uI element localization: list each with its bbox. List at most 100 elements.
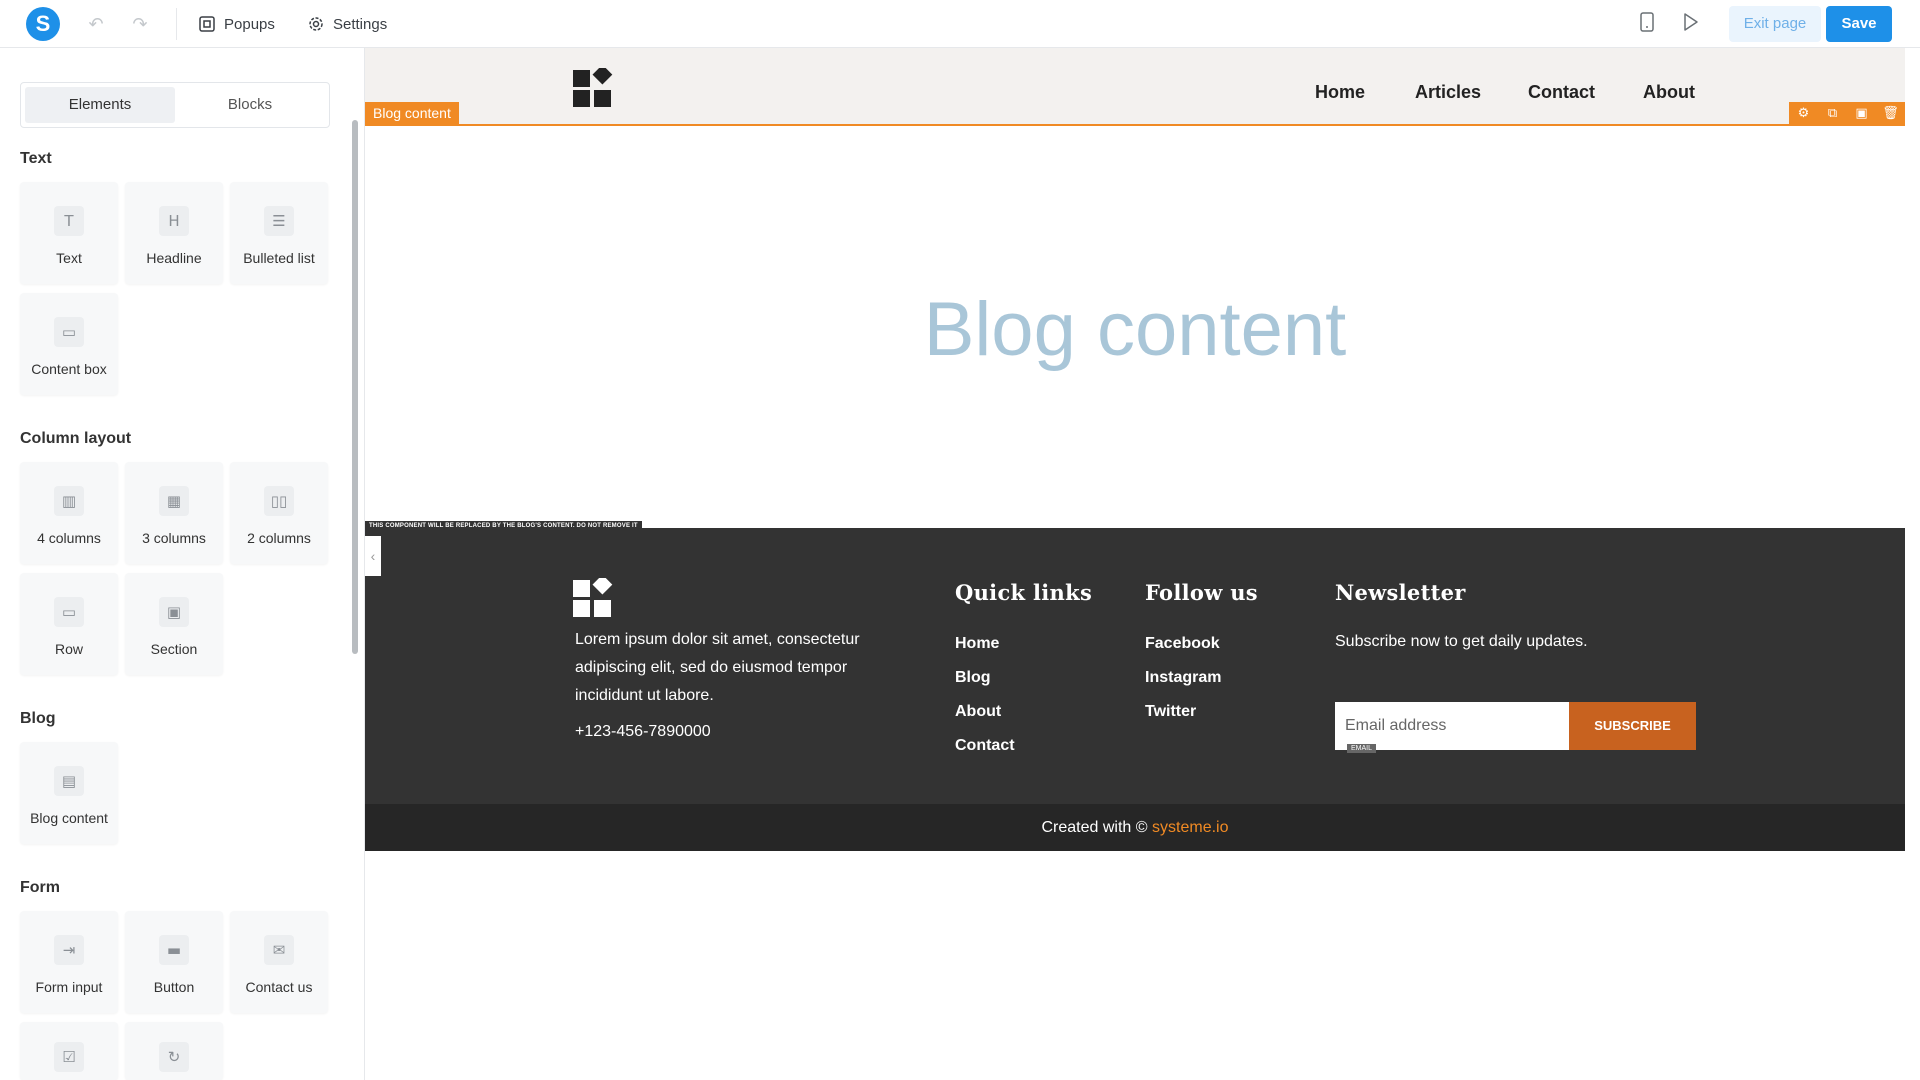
- trash-icon[interactable]: 🗑: [1876, 102, 1905, 126]
- footer-about-text: Lorem ipsum dolor sit amet, consectetur …: [575, 631, 860, 704]
- four-columns-icon: ▥: [54, 486, 84, 516]
- section-title-columns: Column layout: [20, 430, 132, 447]
- nav-contact[interactable]: Contact: [1528, 82, 1595, 103]
- element-headline[interactable]: H Headline: [125, 182, 223, 284]
- button-icon: ▬: [159, 935, 189, 965]
- gear-icon[interactable]: ⚙: [1789, 102, 1818, 126]
- site-footer[interactable]: THIS COMPONENT WILL BE REPLACED BY THE B…: [365, 521, 1905, 804]
- footer-link-home[interactable]: Home: [955, 635, 999, 653]
- element-label: Button: [153, 979, 195, 995]
- newsletter-text: Subscribe now to get daily updates.: [1335, 633, 1588, 650]
- nav-articles[interactable]: Articles: [1415, 82, 1481, 103]
- newsletter-title: Newsletter: [1335, 580, 1466, 605]
- copyright-text: Created with ©: [1041, 819, 1148, 836]
- section-title-text: Text: [20, 150, 52, 167]
- element-content-box[interactable]: ▭ Content box: [20, 293, 118, 395]
- page-canvas: Home Articles Contact About Blog content…: [365, 48, 1905, 1080]
- box-icon: ▭: [54, 317, 84, 347]
- checkbox-icon: ☑: [54, 1042, 84, 1072]
- element-label: Bulleted list: [243, 250, 315, 266]
- footer-logo-icon: [573, 578, 613, 617]
- undo-icon[interactable]: ↶: [84, 12, 108, 36]
- element-button[interactable]: ▬ Button: [125, 911, 223, 1013]
- element-label: Section: [150, 641, 198, 657]
- element-label: Headline: [146, 250, 202, 266]
- nav-home[interactable]: Home: [1315, 82, 1365, 103]
- blog-content-icon: ▤: [54, 766, 84, 796]
- popup-icon: [199, 16, 215, 32]
- element-label: 3 columns: [142, 530, 206, 546]
- element-label: Blog content: [30, 810, 108, 826]
- element-blog-content[interactable]: ▤ Blog content: [20, 742, 118, 844]
- redo-icon[interactable]: ↷: [128, 12, 152, 36]
- element-label: Row: [54, 641, 83, 657]
- text-icon: T: [54, 206, 84, 236]
- three-columns-icon: ▦: [159, 486, 189, 516]
- footer-link-instagram[interactable]: Instagram: [1145, 669, 1221, 687]
- email-field-tag: EMAIL: [1347, 744, 1377, 753]
- element-refresh[interactable]: ↻: [125, 1022, 223, 1080]
- footer-link-facebook[interactable]: Facebook: [1145, 635, 1220, 653]
- email-input[interactable]: Email address: [1335, 702, 1569, 750]
- app-logo[interactable]: S: [26, 7, 60, 41]
- sidebar-tabs: Elements Blocks: [20, 82, 330, 128]
- settings-label: Settings: [333, 15, 388, 33]
- element-row[interactable]: ▭ Row: [20, 573, 118, 675]
- element-toolbar: ⚙ ⧉ ▣ 🗑: [1789, 102, 1905, 126]
- element-2-columns[interactable]: ▯▯ 2 columns: [230, 462, 328, 564]
- section-title-form: Form: [20, 879, 60, 896]
- popups-label: Popups: [224, 15, 275, 33]
- element-label: Text: [56, 250, 82, 266]
- top-toolbar: S ↶ ↷ Popups Settings Exit page Save: [0, 0, 1920, 48]
- footer-link-about[interactable]: About: [955, 703, 1001, 721]
- element-bulleted-list[interactable]: ☰ Bulleted list: [230, 182, 328, 284]
- element-checkbox[interactable]: ☑: [20, 1022, 118, 1080]
- footer-phone: +123-456-7890000: [575, 723, 711, 740]
- copyright-bar: Created with © systeme.io: [365, 804, 1905, 851]
- selected-element-tag: Blog content: [365, 102, 459, 124]
- gear-icon: [309, 17, 323, 31]
- blog-content-title[interactable]: Blog content: [365, 286, 1905, 373]
- tab-blocks[interactable]: Blocks: [175, 87, 325, 123]
- site-header[interactable]: Home Articles Contact About Blog content…: [365, 48, 1905, 126]
- exit-page-button[interactable]: Exit page: [1729, 6, 1821, 42]
- toolbar-divider: [176, 8, 177, 40]
- section-title-blog: Blog: [20, 710, 56, 727]
- element-label: 4 columns: [37, 530, 101, 546]
- settings-button[interactable]: Settings: [307, 12, 387, 36]
- quick-links-title: Quick links: [955, 580, 1093, 605]
- section-icon: ▣: [159, 597, 189, 627]
- collapse-sidebar-icon[interactable]: ‹: [365, 536, 381, 576]
- sidebar-scrollbar[interactable]: [352, 120, 358, 654]
- nav-about[interactable]: About: [1643, 82, 1695, 103]
- element-label: Content box: [31, 361, 107, 377]
- footer-link-blog[interactable]: Blog: [955, 669, 991, 687]
- save-block-icon[interactable]: ▣: [1847, 102, 1876, 126]
- follow-us-title: Follow us: [1145, 580, 1258, 605]
- element-3-columns[interactable]: ▦ 3 columns: [125, 462, 223, 564]
- headline-icon: H: [159, 206, 189, 236]
- element-label: 2 columns: [247, 530, 311, 546]
- popups-button[interactable]: Popups: [198, 12, 275, 36]
- footer-link-contact[interactable]: Contact: [955, 737, 1015, 755]
- play-preview-icon[interactable]: [1678, 12, 1702, 36]
- refresh-icon: ↻: [159, 1042, 189, 1072]
- component-warning: THIS COMPONENT WILL BE REPLACED BY THE B…: [365, 521, 642, 531]
- contact-icon: ✉: [264, 935, 294, 965]
- element-text[interactable]: T Text: [20, 182, 118, 284]
- element-4-columns[interactable]: ▥ 4 columns: [20, 462, 118, 564]
- tab-elements[interactable]: Elements: [25, 87, 175, 123]
- save-button[interactable]: Save: [1826, 6, 1892, 42]
- duplicate-icon[interactable]: ⧉: [1818, 102, 1847, 126]
- element-form-input[interactable]: ⇥ Form input: [20, 911, 118, 1013]
- element-section[interactable]: ▣ Section: [125, 573, 223, 675]
- list-icon: ☰: [264, 206, 294, 236]
- element-contact-us[interactable]: ✉ Contact us: [230, 911, 328, 1013]
- subscribe-button[interactable]: SUBSCRIBE: [1569, 702, 1696, 750]
- site-logo-icon: [573, 68, 613, 107]
- footer-link-twitter[interactable]: Twitter: [1145, 703, 1196, 721]
- copyright-brand-link[interactable]: systeme.io: [1152, 819, 1228, 836]
- canvas-scrollbar[interactable]: [1905, 48, 1920, 1080]
- mobile-preview-icon[interactable]: [1635, 12, 1659, 36]
- form-input-icon: ⇥: [54, 935, 84, 965]
